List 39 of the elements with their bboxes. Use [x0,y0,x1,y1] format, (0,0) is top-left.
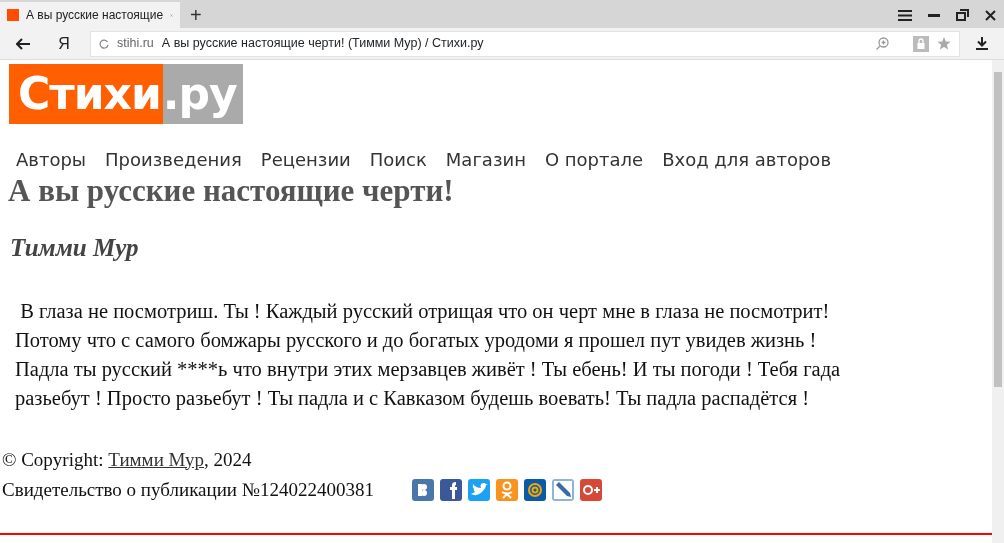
site-favicon-icon [7,9,19,21]
poem-line: разьебут ! Просто разьебут ! Ты падла и с Кавказом будешь воевать! Ты падла распадётся ! [15,385,811,412]
poem-line: Потому что с самого бомжары русского и до богатых уродоми я прошел пут увидев жизнь ! [15,327,818,354]
reload-icon[interactable] [99,38,109,49]
minimize-icon[interactable] [928,13,940,17]
yandex-home-button[interactable]: Я [46,30,82,57]
nav-link[interactable]: Произведения [105,146,242,173]
vk-icon[interactable] [411,478,434,501]
copyright-line: © Copyright: Тимми Мур, 2024 [2,447,253,472]
twitter-icon[interactable] [467,478,490,501]
browser-tab[interactable]: А вы русские настоящие [0,2,180,28]
url-domain: stihi.ru [117,35,154,53]
zoom-icon[interactable] [876,37,889,50]
poem-line: В глаза не посмотриш. Ты ! Каждый русский отрищая что он черт мне в глаза не посмотрит! [19,298,831,325]
poem-title: А вы русские настоящие черти! [8,173,455,209]
nav-link[interactable]: Авторы [16,146,87,173]
facebook-icon[interactable] [439,478,462,501]
publication-certificate: Свидетельство о публикации №124022400381 [2,477,374,502]
back-icon[interactable] [16,37,30,50]
author-link[interactable]: Тимми Мур [108,448,204,470]
address-bar[interactable]: stihi.ru А вы русские настоящие черти! (Тимми Мур) / Стихи.ру [90,30,960,57]
nav-link[interactable]: Вход для авторов [662,146,831,173]
restore-icon[interactable] [956,9,969,21]
nav-link[interactable]: Рецензии [260,146,351,173]
new-tab-button[interactable]: + [180,2,212,28]
poem-line: Падла ты русский ****ь что внутри этих мерзавцев живёт ! Ты ебень! И ты погоди ! Тебя гада [15,356,842,383]
scrollbar-thumb[interactable] [994,72,1002,387]
nav-link[interactable]: Поиск [369,146,427,173]
poem-author: Тимми Мур [10,233,140,263]
download-icon[interactable] [976,37,988,50]
close-icon[interactable] [985,9,996,21]
mail-icon[interactable] [523,478,546,501]
page-title: А вы русские настоящие черти! (Тимми Мур) / Стихи.ру [161,35,484,53]
google-plus-icon[interactable] [579,478,602,501]
nav-link[interactable]: Магазин [445,146,526,173]
nav-link[interactable]: О портале [544,146,644,173]
menu-icon[interactable] [898,9,912,21]
star-icon[interactable] [937,37,951,50]
pencil-icon[interactable] [551,478,574,501]
